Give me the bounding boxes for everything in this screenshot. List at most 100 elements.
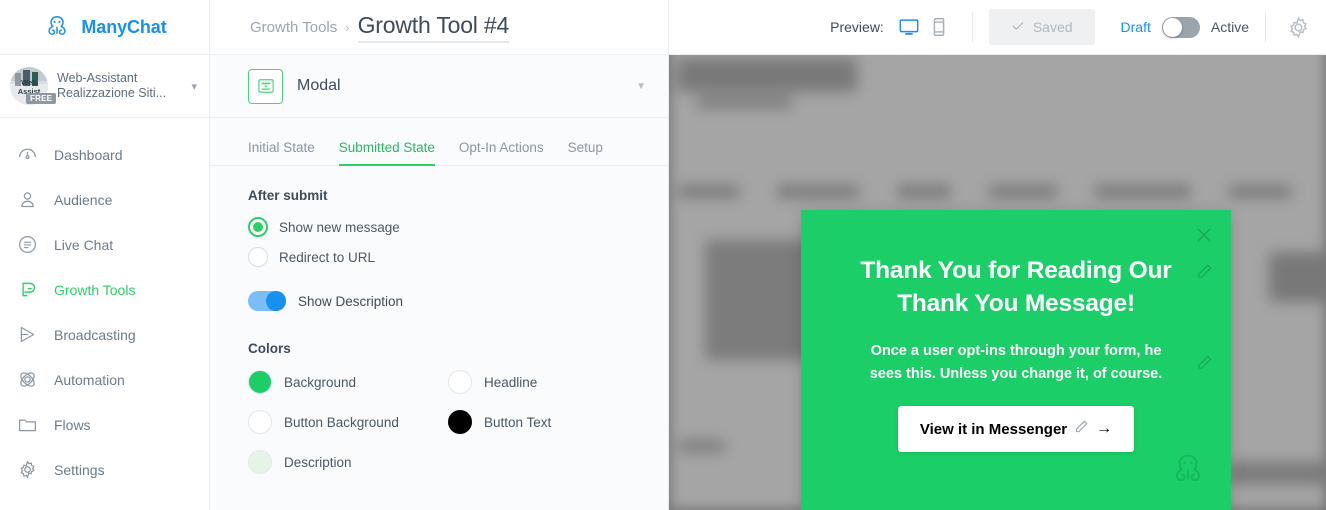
account-name-line1: Web-Assistant — [57, 71, 138, 85]
desktop-monitor-icon[interactable] — [896, 14, 922, 40]
sidebar-item-dashboard[interactable]: Dashboard — [0, 132, 209, 177]
radio-label: Redirect to URL — [279, 249, 376, 265]
color-swatch[interactable] — [448, 370, 472, 394]
growth-tool-type-label: Modal — [297, 77, 341, 94]
account-name-line2: Realizzazione Siti... — [57, 86, 167, 100]
editor-tabs: Initial State Submitted State Opt-In Act… — [210, 118, 668, 166]
account-switcher[interactable]: Web Assist FREE Web-Assistant Realizzazi… — [0, 55, 209, 118]
color-label: Button Text — [484, 414, 552, 430]
atom-icon — [16, 369, 38, 391]
tab-setup[interactable]: Setup — [568, 140, 603, 166]
state-active-label[interactable]: Active — [1211, 19, 1249, 35]
modal-headline[interactable]: Thank You for Reading Our Thank You Mess… — [849, 254, 1183, 320]
color-label: Description — [284, 454, 352, 470]
top-toolbar-right: Preview: Saved Draft Active — [669, 0, 1326, 55]
chat-bubble-icon — [16, 234, 38, 256]
sidebar-item-label: Broadcasting — [54, 326, 136, 343]
colors-heading: Colors — [248, 341, 291, 356]
sidebar-item-live-chat[interactable]: Live Chat — [0, 222, 209, 267]
color-swatch[interactable] — [248, 450, 272, 474]
color-label: Background — [284, 374, 357, 390]
arrow-right-icon: → — [1096, 420, 1113, 437]
color-button-background[interactable]: Button Background — [248, 410, 448, 434]
tab-opt-in-actions[interactable]: Opt-In Actions — [459, 140, 544, 166]
sidebar-item-label: Flows — [54, 416, 91, 433]
chevron-down-icon[interactable]: ▾ — [191, 80, 197, 93]
sidebar-item-automation[interactable]: Automation — [0, 357, 209, 402]
send-paper-plane-icon — [16, 324, 38, 346]
color-headline[interactable]: Headline — [448, 370, 648, 394]
magnet-icon — [16, 279, 38, 301]
modal-window-icon — [248, 68, 283, 104]
sidebar-item-label: Settings — [54, 461, 105, 478]
sidebar-item-label: Dashboard — [54, 146, 123, 163]
breadcrumb: Growth Tools › Growth Tool #4 — [210, 0, 668, 55]
manychat-watermark-logo-icon — [1167, 449, 1209, 496]
pencil-edit-description-icon[interactable] — [1195, 353, 1213, 371]
editor-panel: Growth Tools › Growth Tool #4 Modal ▼ In… — [210, 0, 669, 510]
radio-show-new-message[interactable]: Show new message — [248, 217, 630, 237]
folder-icon — [16, 414, 38, 436]
chevron-down-icon[interactable]: ▼ — [636, 81, 646, 92]
sidebar-item-broadcasting[interactable]: Broadcasting — [0, 312, 209, 357]
breadcrumb-separator-icon: › — [345, 19, 350, 35]
radio-indicator — [248, 247, 268, 267]
saved-label: Saved — [1032, 19, 1073, 35]
color-swatch[interactable] — [248, 370, 272, 394]
modal-description[interactable]: Once a user opt-ins through your form, h… — [853, 340, 1179, 386]
color-swatch[interactable] — [448, 410, 472, 434]
toolbar-divider — [971, 12, 973, 42]
brand-logo-area[interactable]: ManyChat — [0, 0, 209, 55]
saved-button[interactable]: Saved — [988, 9, 1095, 45]
sidebar-item-label: Growth Tools — [54, 281, 136, 298]
tab-submitted-state[interactable]: Submitted State — [338, 140, 435, 166]
avatar: Web Assist FREE — [10, 67, 57, 105]
sidebar-item-growth-tools[interactable]: Growth Tools — [0, 267, 209, 312]
show-description-toggle[interactable] — [248, 291, 286, 311]
sidebar-item-label: Audience — [54, 191, 113, 208]
modal-button-label: View it in Messenger — [919, 420, 1068, 438]
preview-canvas: Thank You for Reading Our Thank You Mess… — [669, 0, 1326, 510]
gear-icon[interactable] — [1284, 13, 1312, 41]
close-x-icon[interactable] — [1193, 224, 1215, 246]
after-submit-heading: After submit — [248, 188, 328, 203]
pencil-edit-button-icon[interactable] — [1074, 419, 1089, 439]
growth-tool-type-selector[interactable]: Modal ▼ — [210, 55, 668, 118]
toolbar-divider — [1265, 12, 1266, 42]
state-draft-label[interactable]: Draft — [1121, 19, 1151, 35]
color-label: Headline — [484, 374, 538, 390]
tab-initial-state[interactable]: Initial State — [248, 140, 315, 166]
color-background[interactable]: Background — [248, 370, 448, 394]
person-icon — [16, 189, 38, 211]
pencil-edit-headline-icon[interactable] — [1195, 262, 1213, 280]
sidebar-item-label: Automation — [54, 371, 125, 388]
plan-badge: FREE — [26, 93, 57, 104]
show-description-toggle-row: Show Description — [248, 291, 630, 311]
color-description[interactable]: Description — [248, 450, 448, 474]
sidebar-item-settings[interactable]: Settings — [0, 447, 209, 492]
page-title[interactable]: Growth Tool #4 — [357, 12, 509, 43]
gear-icon — [16, 459, 38, 481]
sidebar-item-label: Live Chat — [54, 236, 114, 253]
preview-label: Preview: — [830, 19, 884, 35]
show-description-label: Show Description — [298, 293, 404, 309]
color-button-text[interactable]: Button Text — [448, 410, 648, 434]
manychat-octopus-logo-icon — [42, 12, 72, 42]
draft-active-toggle-group: Draft Active — [1121, 16, 1249, 38]
sidebar-item-flows[interactable]: Flows — [0, 402, 209, 447]
breadcrumb-parent[interactable]: Growth Tools — [250, 19, 337, 36]
brand-name: ManyChat — [81, 16, 167, 37]
sidebar-item-audience[interactable]: Audience — [0, 177, 209, 222]
editor-form: After submit Show new message Redirect t… — [210, 166, 668, 510]
dashboard-gauge-icon — [16, 144, 38, 166]
radio-indicator — [248, 217, 268, 237]
sidebar-nav: Dashboard Audience Live Chat Growth Tool… — [0, 118, 209, 510]
app-root: ManyChat Web Assist FREE Web-Assistant R… — [0, 0, 1326, 510]
account-name: Web-Assistant Realizzazione Siti... — [57, 71, 182, 101]
radio-redirect-to-url[interactable]: Redirect to URL — [248, 247, 630, 267]
publish-state-toggle[interactable] — [1161, 16, 1200, 38]
view-it-in-messenger-button[interactable]: View it in Messenger → — [898, 406, 1134, 452]
mobile-device-icon[interactable] — [926, 14, 952, 40]
modal-preview: Thank You for Reading Our Thank You Mess… — [801, 210, 1231, 510]
color-swatch[interactable] — [248, 410, 272, 434]
